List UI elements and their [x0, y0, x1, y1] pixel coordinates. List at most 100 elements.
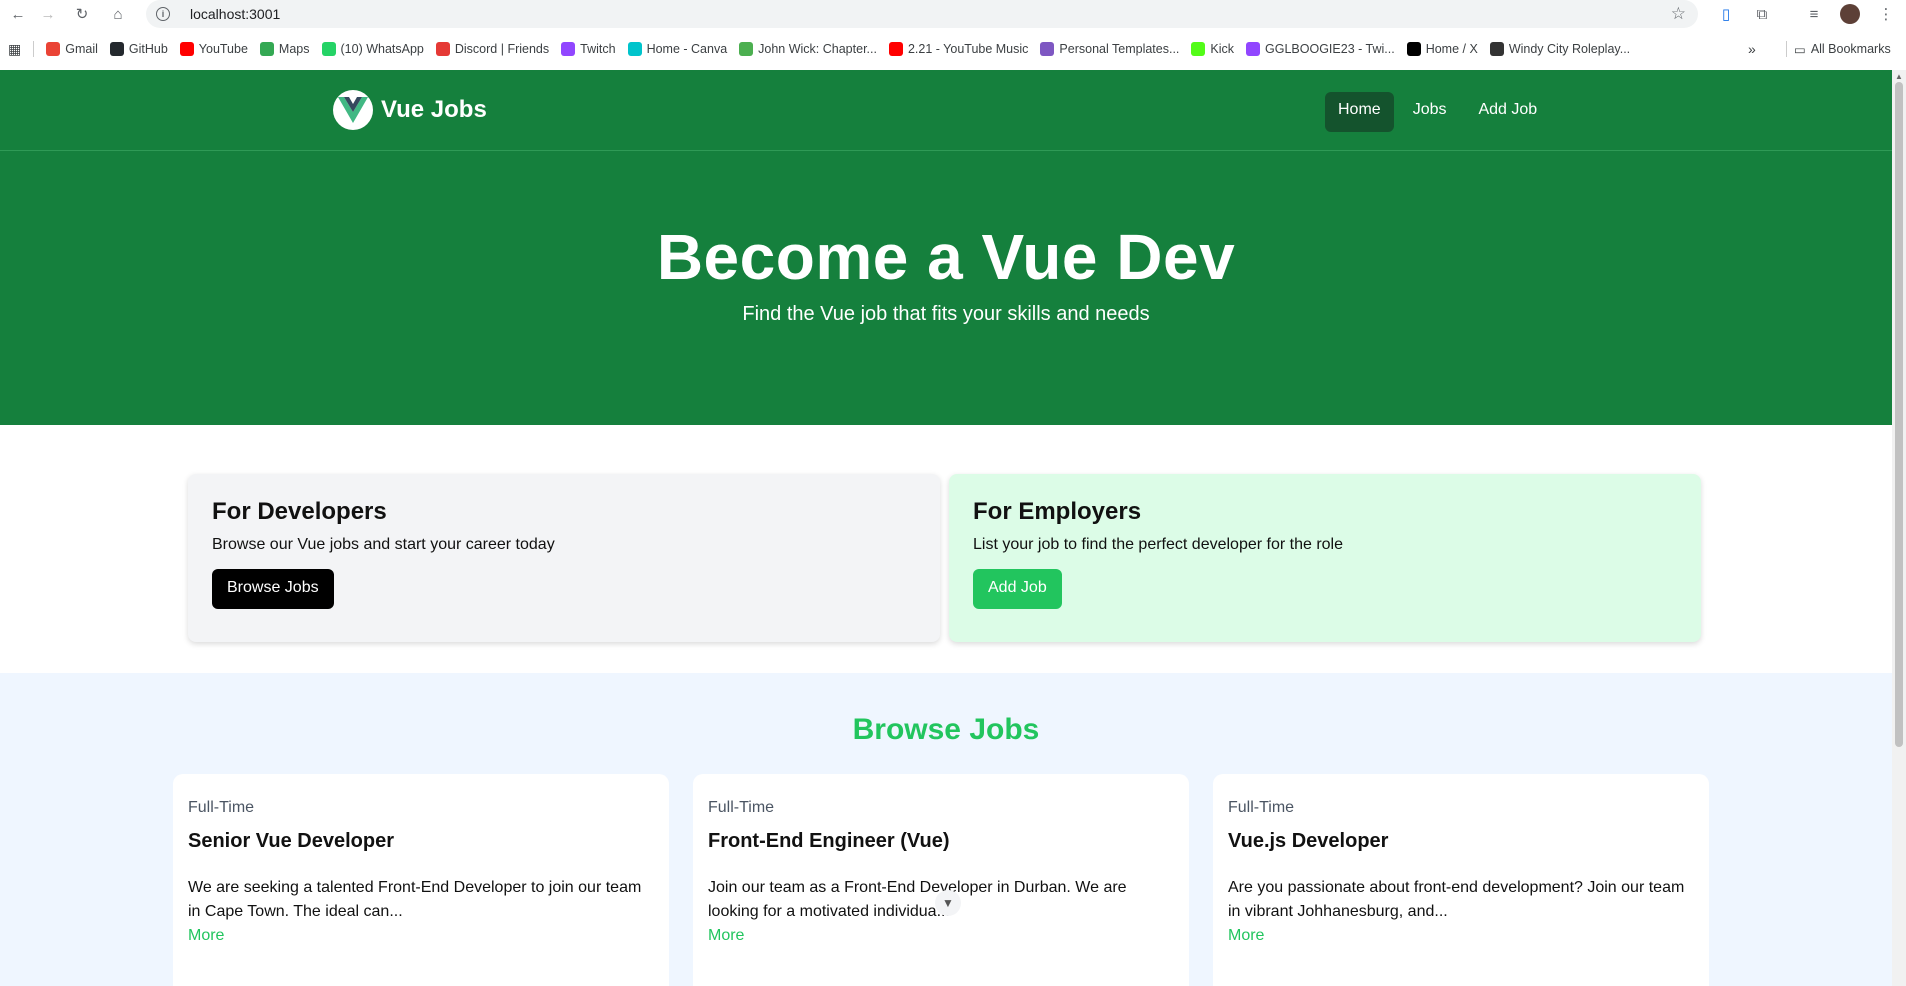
bookmark-favicon-icon [739, 42, 754, 56]
browse-jobs-title: Browse Jobs [852, 713, 1040, 746]
page-scrollbar[interactable]: ▲ [1892, 70, 1906, 986]
bookmark-item[interactable]: John Wick: Chapter... [733, 36, 883, 62]
bookmark-label: YouTube [198, 42, 248, 56]
employers-card: For Employers List your job to find the … [949, 474, 1701, 642]
bookmark-item[interactable]: Twitch [555, 36, 621, 62]
bookmark-favicon-icon [561, 42, 576, 56]
page-viewport: Vue Jobs Home Jobs Add Job Become a Vue … [0, 70, 1892, 986]
all-bookmarks-label: All Bookmarks [1810, 42, 1891, 56]
job-card: Full-Time Vue.js Developer Are you passi… [1213, 774, 1709, 986]
nav-link-home[interactable]: Home [1325, 92, 1394, 132]
menu-kebab-icon[interactable]: ⋮ [1872, 0, 1900, 28]
nav-link-add-job[interactable]: Add Job [1465, 92, 1550, 132]
home-icon[interactable]: ⌂ [100, 0, 136, 28]
bookmark-label: 2.21 - YouTube Music [907, 42, 1029, 56]
job-title: Front-End Engineer (Vue) [708, 830, 950, 852]
bookmark-label: Twitch [580, 42, 616, 56]
browser-toolbar: ← → ↻ ⌂ i localhost:3001 ☆ ▯ ⧉ ≡ ⋮ [0, 0, 1906, 28]
bookmark-label: GitHub [128, 42, 168, 56]
bookmark-star-icon[interactable]: ☆ [1671, 4, 1686, 24]
bookmark-item[interactable]: Home - Canva [622, 36, 734, 62]
scroll-down-chevron-icon[interactable]: ▼ [935, 890, 961, 916]
bookmark-label: Kick [1210, 42, 1235, 56]
nav-links: Home Jobs Add Job [1325, 92, 1556, 132]
bookmark-item[interactable]: Home / X [1401, 36, 1484, 62]
bookmark-favicon-icon [1040, 42, 1055, 56]
bookmark-separator [33, 41, 35, 57]
bookmark-favicon-icon [321, 42, 336, 56]
bookmark-item[interactable]: Maps [254, 36, 316, 62]
extension-icon[interactable]: ▯ [1712, 0, 1740, 28]
bookmark-favicon-icon [1246, 42, 1261, 56]
bookmark-item[interactable]: Windy City Roleplay... [1484, 36, 1636, 62]
hero-subtitle: Find the Vue job that fits your skills a… [742, 303, 1150, 325]
job-card: Full-Time Senior Vue Developer We are se… [173, 774, 669, 986]
hero-title: Become a Vue Dev [656, 221, 1236, 293]
bookmark-label: Personal Templates... [1059, 42, 1180, 56]
add-job-button[interactable]: Add Job [973, 569, 1062, 609]
job-more-link[interactable]: More [1228, 927, 1264, 944]
hero-section: Become a Vue Dev Find the Vue job that f… [0, 145, 1892, 425]
address-bar[interactable]: i localhost:3001 ☆ [146, 0, 1698, 28]
bookmark-favicon-icon [1406, 42, 1421, 56]
bookmark-item[interactable]: Discord | Friends [430, 36, 555, 62]
job-type: Full-Time [708, 799, 775, 816]
bookmark-favicon-icon [435, 42, 450, 56]
bookmarks-bar: ▦ Gmail GitHub YouTube Maps (10) WhatsApp Dis… [0, 28, 1906, 70]
bookmark-favicon-icon [1489, 42, 1504, 56]
home-cards: For Developers Browse our Vue jobs and s… [0, 425, 1892, 673]
forward-icon[interactable]: → [30, 0, 66, 28]
bookmark-label: John Wick: Chapter... [758, 42, 877, 56]
job-type: Full-Time [1228, 799, 1295, 816]
bookmark-item[interactable]: GitHub [104, 36, 174, 62]
bookmark-item[interactable]: 2.21 - YouTube Music [883, 36, 1034, 62]
folder-icon: ▭ [1794, 42, 1806, 57]
scroll-up-arrow-icon[interactable]: ▲ [1895, 72, 1903, 81]
bookmark-label: GGLBOOGIE23 - Twi... [1265, 42, 1395, 56]
scrollbar-thumb[interactable] [1895, 82, 1903, 747]
job-description: Are you passionate about front-end devel… [1228, 879, 1685, 920]
vue-logo-icon [333, 90, 373, 130]
site-info-icon[interactable]: i [156, 7, 170, 21]
bookmark-item[interactable]: Personal Templates... [1034, 36, 1185, 62]
bookmark-item[interactable]: YouTube [174, 36, 254, 62]
bookmark-label: Windy City Roleplay... [1508, 42, 1631, 56]
nav-link-jobs[interactable]: Jobs [1400, 92, 1460, 132]
developers-card: For Developers Browse our Vue jobs and s… [188, 474, 940, 642]
bookmark-item[interactable]: GGLBOOGIE23 - Twi... [1240, 36, 1401, 62]
more-bookmarks-icon[interactable]: » [1742, 36, 1762, 62]
browse-jobs-section: Browse Jobs Full-Time Senior Vue Develop… [0, 673, 1892, 986]
job-description: We are seeking a talented Front-End Deve… [188, 879, 642, 920]
bookmark-favicon-icon [259, 42, 274, 56]
url-text[interactable]: localhost:3001 [190, 6, 280, 22]
developers-card-title: For Developers [212, 498, 387, 525]
bookmark-label: Home - Canva [646, 42, 728, 56]
job-card: Full-Time Front-End Engineer (Vue) Join … [693, 774, 1189, 986]
apps-grid-icon[interactable]: ▦ [0, 36, 27, 62]
brand-link[interactable]: Vue Jobs [333, 90, 487, 130]
job-title: Vue.js Developer [1228, 830, 1389, 852]
bookmark-item[interactable]: Kick [1185, 36, 1240, 62]
media-controls-icon[interactable]: ≡ [1800, 0, 1828, 28]
bookmark-favicon-icon [627, 42, 642, 56]
bookmark-item[interactable]: Gmail [40, 36, 104, 62]
bookmark-label: Discord | Friends [454, 42, 550, 56]
bookmark-favicon-icon [46, 42, 61, 56]
bookmark-favicon-icon [109, 42, 124, 56]
job-more-link[interactable]: More [188, 927, 224, 944]
browse-jobs-button[interactable]: Browse Jobs [212, 569, 334, 609]
reload-icon[interactable]: ↻ [64, 0, 100, 28]
bookmark-item[interactable]: (10) WhatsApp [316, 36, 430, 62]
bookmark-label: Maps [278, 42, 310, 56]
all-bookmarks-folder[interactable]: ▭ All Bookmarks [1788, 36, 1897, 62]
site-navbar: Vue Jobs Home Jobs Add Job [0, 70, 1892, 151]
employers-card-title: For Employers [973, 498, 1142, 525]
profile-avatar[interactable] [1836, 0, 1864, 28]
job-type: Full-Time [188, 799, 255, 816]
bookmark-separator [1786, 41, 1787, 57]
bookmark-label: Gmail [65, 42, 98, 56]
job-more-link[interactable]: More [708, 927, 744, 944]
bookmark-label: Home / X [1425, 42, 1478, 56]
extensions-puzzle-icon[interactable]: ⧉ [1748, 0, 1776, 28]
bookmark-favicon-icon [179, 42, 194, 56]
